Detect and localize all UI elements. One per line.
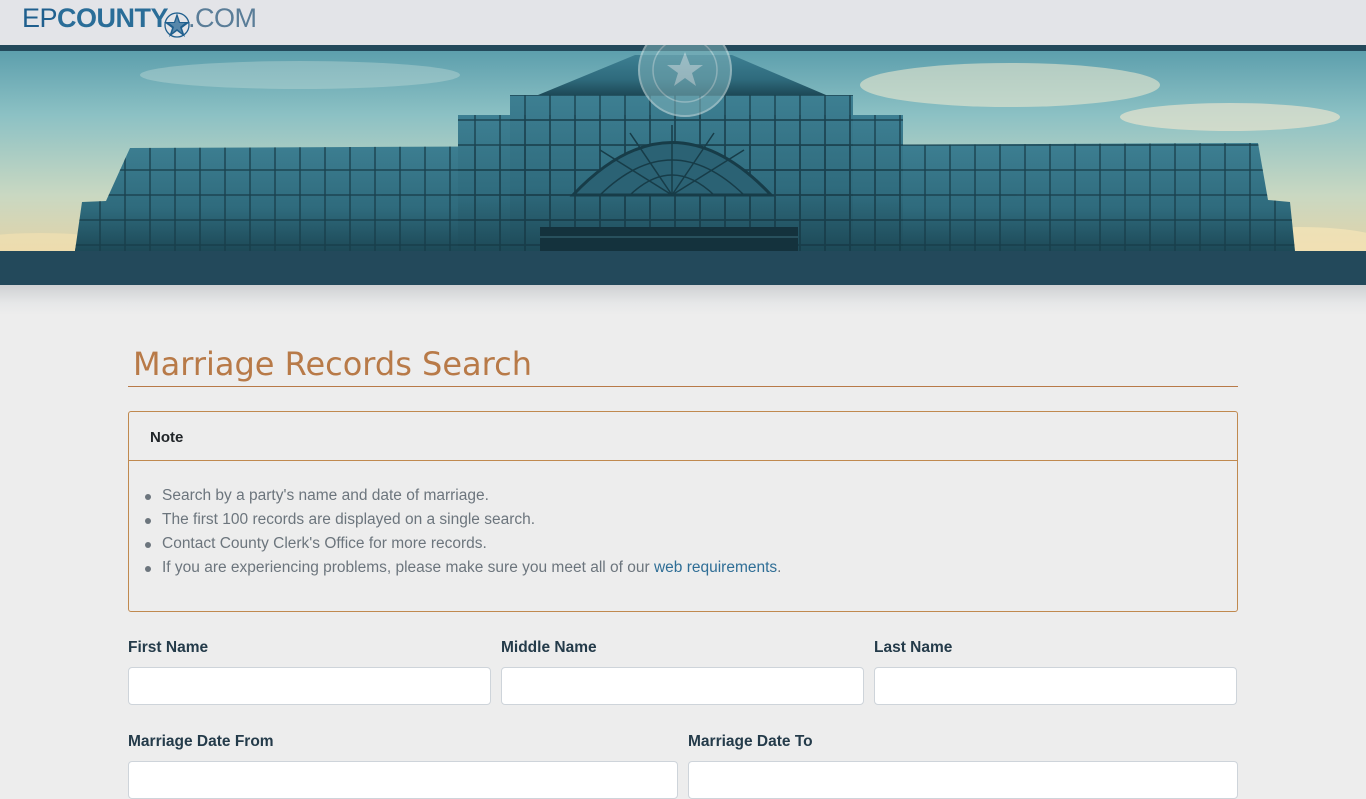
top-bar: EP COUNTY .COM bbox=[0, 0, 1366, 45]
banner-shadow bbox=[0, 285, 1366, 315]
note-item: Search by a party's name and date of mar… bbox=[145, 484, 1237, 508]
date-to-label: Marriage Date To bbox=[688, 733, 813, 750]
logo-county: COUNTY bbox=[57, 3, 169, 33]
first-name-input[interactable] bbox=[128, 667, 491, 705]
note-list: Search by a party's name and date of mar… bbox=[129, 461, 1237, 580]
date-from-group: Marriage Date From bbox=[128, 733, 678, 799]
main-content: Marriage Records Search Note Search by a… bbox=[128, 315, 1238, 799]
date-from-label: Marriage Date From bbox=[128, 733, 274, 750]
middle-name-label: Middle Name bbox=[501, 639, 597, 656]
note-item-suffix: . bbox=[777, 559, 782, 576]
date-from-input[interactable] bbox=[128, 761, 678, 799]
date-to-input[interactable] bbox=[688, 761, 1238, 799]
middle-name-group: Middle Name bbox=[501, 639, 864, 705]
first-name-label: First Name bbox=[128, 639, 209, 656]
last-name-label: Last Name bbox=[874, 639, 953, 656]
name-fields-row: First Name Middle Name Last Name bbox=[128, 639, 1238, 705]
first-name-group: First Name bbox=[128, 639, 491, 705]
last-name-group: Last Name bbox=[874, 639, 1237, 705]
date-to-group: Marriage Date To bbox=[688, 733, 1238, 799]
web-requirements-link[interactable]: web requirements bbox=[654, 559, 777, 576]
last-name-input[interactable] bbox=[874, 667, 1237, 705]
note-item: If you are experiencing problems, please… bbox=[145, 556, 1237, 580]
note-item: The first 100 records are displayed on a… bbox=[145, 508, 1237, 532]
epcounty-logo[interactable]: EP COUNTY .COM bbox=[22, 2, 257, 42]
courthouse-building-image bbox=[0, 45, 1366, 285]
note-card: Note Search by a party's name and date o… bbox=[128, 411, 1238, 612]
note-item: Contact County Clerk's Office for more r… bbox=[145, 532, 1237, 556]
logo-com: .COM bbox=[188, 3, 257, 33]
courthouse-banner bbox=[0, 45, 1366, 285]
middle-name-input[interactable] bbox=[501, 667, 864, 705]
note-item-text: If you are experiencing problems, please… bbox=[162, 559, 654, 576]
logo-ep: EP bbox=[22, 3, 58, 33]
page-title: Marriage Records Search bbox=[128, 315, 1238, 387]
date-fields-row: Marriage Date From Marriage Date To bbox=[128, 733, 1238, 799]
note-heading: Note bbox=[129, 412, 1237, 461]
